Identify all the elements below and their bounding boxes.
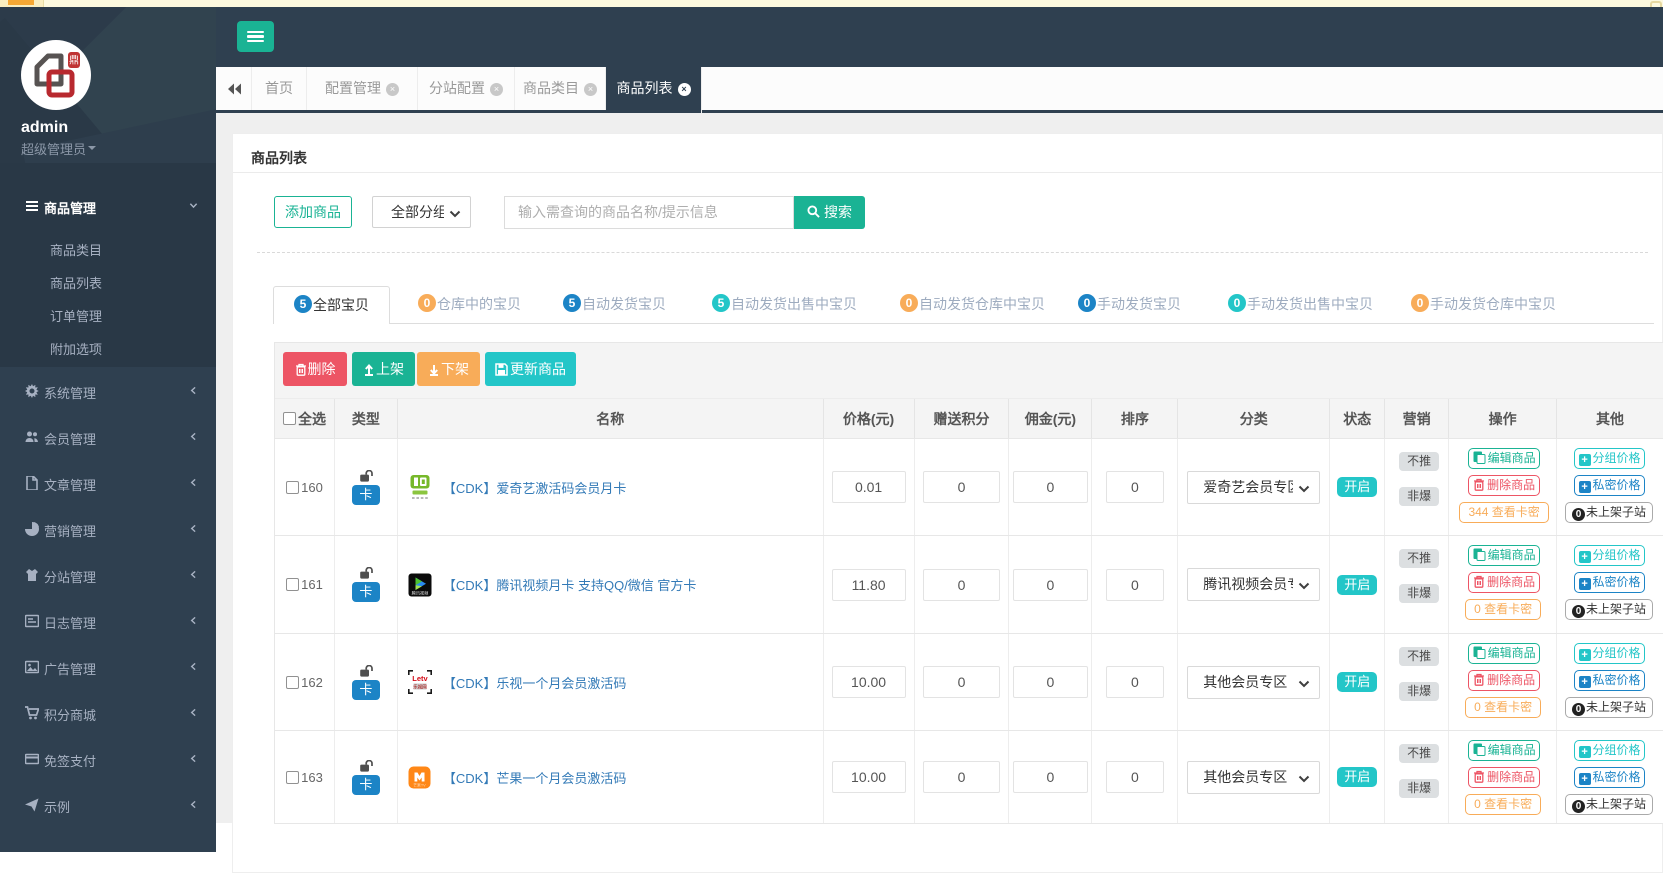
- svg-text:鼎: 鼎: [69, 55, 79, 67]
- svg-text:芒果TV: 芒果TV: [414, 782, 427, 787]
- svg-text:Letv: Letv: [412, 674, 428, 683]
- svg-text:腾讯视频: 腾讯视频: [412, 589, 430, 596]
- svg-text:乐视网: 乐视网: [413, 683, 427, 690]
